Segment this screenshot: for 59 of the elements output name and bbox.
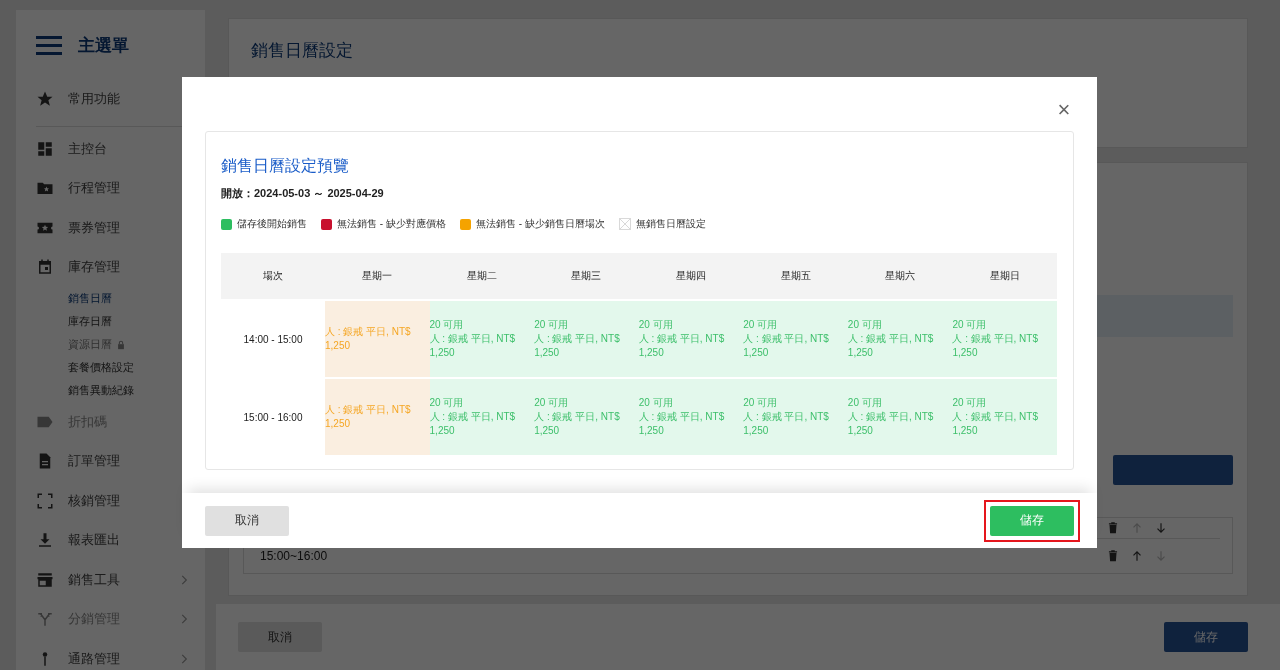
cancel-button[interactable]: 取消	[205, 505, 289, 536]
save-button[interactable]: 儲存	[990, 505, 1074, 536]
column-header: 星期二	[465, 269, 498, 283]
legend-label: 無法銷售 - 缺少銷售日曆場次	[475, 217, 605, 231]
session-time: 14:00 - 15:00	[242, 333, 304, 345]
calendar-cell: 20 可用 人 : 銀戒 平日, NT$ 1,250	[429, 379, 535, 455]
lock-icon	[116, 339, 126, 350]
legend-label: 無法銷售 - 缺少對應價格	[337, 217, 446, 231]
calendar-cell: 人 : 銀戒 平日, NT$ 1,250	[325, 379, 430, 455]
session-label: 15:00~16:00	[259, 549, 329, 563]
nav-item[interactable]: 行程管理	[16, 168, 205, 208]
dashboard-icon	[36, 139, 54, 158]
scan-icon	[36, 491, 54, 510]
store-icon	[36, 570, 54, 589]
download-icon	[36, 531, 54, 550]
cancel-button[interactable]: 取消	[238, 622, 322, 652]
calendar-cell: 20 可用 人 : 銀戒 平日, NT$ 1,250	[638, 301, 744, 377]
calendar-cell: 20 可用 人 : 銀戒 平日, NT$ 1,250	[952, 379, 1057, 455]
calendar-cell: 20 可用 人 : 銀戒 平日, NT$ 1,250	[952, 301, 1057, 377]
dialog-title: 銷售日曆設定預覽	[221, 156, 350, 176]
nav-item[interactable]: 通路管理	[16, 639, 205, 670]
sidebar-title: 主選單	[78, 35, 129, 57]
calendar-cell: 20 可用 人 : 銀戒 平日, NT$ 1,250	[429, 301, 535, 377]
session-time: 15:00 - 16:00	[242, 411, 304, 423]
nav-item[interactable]: 銷售工具	[16, 560, 205, 600]
nav-item[interactable]: 主控台	[16, 129, 205, 169]
close-button[interactable]: ×	[1055, 99, 1073, 121]
save-button[interactable]: 儲存	[1164, 622, 1248, 652]
column-header: 星期六	[884, 269, 917, 283]
column-header: 星期四	[675, 269, 707, 283]
calendar-cell: 人 : 銀戒 平日, NT$ 1,250	[325, 301, 430, 377]
page-title: 銷售日曆設定	[251, 41, 353, 60]
legend-label: 儲存後開始銷售	[237, 217, 307, 231]
nav-item[interactable]: 票券管理	[16, 208, 205, 248]
nav-item[interactable]: 庫存管理	[16, 247, 205, 287]
calendar-icon	[36, 258, 54, 277]
nav-item[interactable]: 核銷管理	[16, 481, 205, 521]
menu-icon[interactable]	[36, 36, 62, 55]
calendar-cell: 20 可用 人 : 銀戒 平日, NT$ 1,250	[743, 301, 848, 377]
nav-item[interactable]: 訂單管理	[16, 441, 205, 481]
fork-icon	[36, 610, 54, 629]
column-header: 場次	[262, 269, 284, 283]
legend-label: 無銷售日曆設定	[635, 217, 706, 231]
calendar-cell: 20 可用 人 : 銀戒 平日, NT$ 1,250	[743, 379, 848, 455]
calendar-cell: 20 可用 人 : 銀戒 平日, NT$ 1,250	[847, 301, 953, 377]
calendar-cell: 20 可用 人 : 銀戒 平日, NT$ 1,250	[847, 379, 953, 455]
star-icon	[36, 90, 54, 108]
calendar-cell: 20 可用 人 : 銀戒 平日, NT$ 1,250	[534, 379, 639, 455]
column-header: 星期一	[361, 269, 394, 283]
column-header: 星期五	[779, 269, 812, 283]
column-header: 星期日	[988, 269, 1021, 283]
crossed-box-icon	[618, 218, 631, 230]
open-period: 開放：2024-05-03 ～ 2025-04-29	[221, 186, 385, 201]
calendar-cell: 20 可用 人 : 銀戒 平日, NT$ 1,250	[534, 301, 639, 377]
delete-icon[interactable]	[1106, 549, 1120, 563]
calendar-cell: 20 可用 人 : 銀戒 平日, NT$ 1,250	[638, 379, 744, 455]
delete-icon[interactable]	[1106, 521, 1120, 535]
column-header: 星期三	[570, 269, 603, 283]
nav-item[interactable]: 報表匯出	[16, 520, 205, 560]
